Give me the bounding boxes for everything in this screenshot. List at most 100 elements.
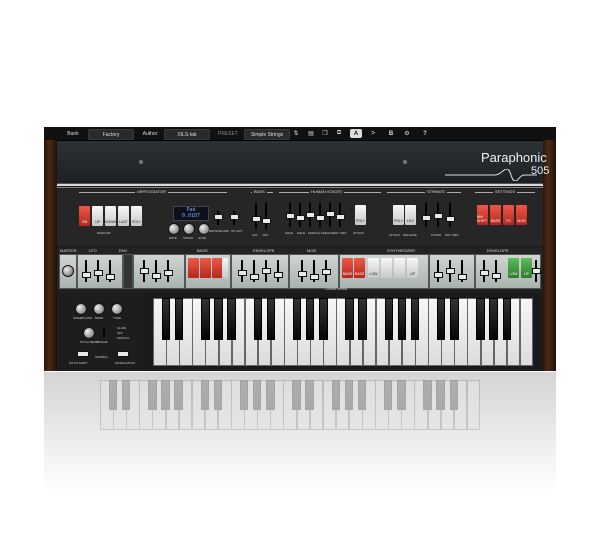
synth-env-slider-1[interactable]	[437, 260, 439, 282]
synth-bass-button-2[interactable]: BASS	[354, 258, 365, 278]
fader-handle[interactable]	[262, 218, 271, 224]
black-key[interactable]	[358, 298, 367, 340]
author-selector[interactable]: XILS-lab	[164, 129, 210, 140]
fader-handle[interactable]	[306, 212, 315, 218]
b-button[interactable]: B	[386, 129, 396, 138]
preset-updown-icon[interactable]: ⇅	[291, 129, 301, 138]
fader-handle[interactable]	[326, 211, 335, 217]
fader-handle[interactable]	[286, 213, 295, 219]
black-key[interactable]	[450, 298, 459, 340]
range-switch[interactable]	[103, 329, 105, 337]
fader-handle[interactable]	[492, 273, 501, 279]
black-key[interactable]	[201, 298, 210, 340]
synth-bass-button-1[interactable]: BASS	[342, 258, 353, 278]
lfo-rate-slider[interactable]	[85, 260, 87, 282]
switch-handle[interactable]	[214, 214, 223, 220]
black-key[interactable]	[306, 298, 315, 340]
fader-handle[interactable]	[94, 270, 103, 276]
arp-down-button[interactable]: DOWN	[105, 206, 116, 226]
black-key[interactable]	[502, 298, 511, 340]
arp-up-button[interactable]: UP	[92, 206, 103, 226]
black-key[interactable]	[161, 298, 171, 340]
bank-selector[interactable]: Factory	[88, 129, 134, 140]
fader-handle[interactable]	[316, 215, 325, 221]
synth-white-button[interactable]	[394, 258, 405, 278]
mod-button[interactable]: MOD	[516, 205, 527, 225]
rate-knob[interactable]	[168, 223, 180, 235]
black-key[interactable]	[319, 298, 328, 340]
black-key[interactable]	[384, 298, 394, 340]
black-key[interactable]	[292, 298, 302, 340]
fader-handle[interactable]	[336, 214, 345, 220]
a-button[interactable]: A	[350, 129, 362, 138]
voices-poly-button[interactable]: POLY	[355, 205, 366, 225]
fader-handle[interactable]	[458, 274, 467, 280]
fader-handle[interactable]	[446, 216, 455, 222]
fader-handle[interactable]	[434, 272, 443, 278]
compare-icon[interactable]: ⧉	[334, 129, 344, 138]
black-key[interactable]	[489, 298, 498, 340]
synth-low-button[interactable]: LOW	[368, 258, 379, 278]
fader-handle[interactable]	[298, 271, 307, 277]
bass-red-button-1[interactable]	[188, 258, 199, 278]
strings-poly-button[interactable]: POLY	[393, 205, 404, 225]
save-icon[interactable]: ▤	[306, 129, 316, 138]
fader-handle[interactable]	[532, 268, 541, 274]
switch-handle[interactable]	[230, 214, 239, 220]
fader-handle[interactable]	[434, 213, 443, 219]
fader-handle[interactable]	[164, 270, 173, 276]
fader-handle[interactable]	[238, 270, 247, 276]
fader-handle[interactable]	[252, 216, 261, 222]
pitch-shift-switch[interactable]	[77, 351, 89, 357]
up-green-button[interactable]: UP	[521, 258, 532, 278]
fader-handle[interactable]	[422, 215, 431, 221]
black-key[interactable]	[253, 298, 262, 340]
copy-icon[interactable]: ❐	[320, 129, 330, 138]
black-key[interactable]	[345, 298, 354, 340]
black-key[interactable]	[266, 298, 276, 340]
fader-handle[interactable]	[296, 215, 305, 221]
black-key[interactable]	[175, 298, 184, 340]
fader-handle[interactable]	[82, 272, 91, 278]
tune-knob[interactable]	[111, 303, 123, 315]
white-key[interactable]	[519, 298, 534, 366]
fader-handle[interactable]	[322, 269, 331, 275]
fader-handle[interactable]	[446, 268, 455, 274]
arp-poly-button[interactable]: POLY	[131, 206, 142, 226]
synth-up-button[interactable]: UP	[407, 258, 418, 278]
master-volume-knob[interactable]	[62, 265, 74, 277]
black-key[interactable]	[227, 298, 236, 340]
fader-handle[interactable]	[310, 274, 319, 280]
sweep-knob[interactable]	[75, 303, 87, 315]
black-key[interactable]	[214, 298, 223, 340]
strings-leg-button[interactable]: LEG	[405, 205, 416, 225]
fader-handle[interactable]	[106, 274, 115, 280]
black-key[interactable]	[437, 298, 446, 340]
bass-red-button-2[interactable]	[200, 258, 211, 278]
bass-white-button[interactable]	[222, 258, 228, 278]
bend-knob[interactable]	[93, 303, 105, 315]
settings-icon[interactable]: ⚙	[402, 129, 412, 138]
fader-handle[interactable]	[152, 273, 161, 279]
arp-last-button[interactable]: LAST	[118, 206, 129, 226]
bass-mix-slider[interactable]	[265, 203, 267, 229]
mix-shift-button[interactable]: MIX SHIFT	[477, 205, 488, 225]
fader-handle[interactable]	[140, 268, 149, 274]
strings-drywet-slider[interactable]	[449, 203, 451, 227]
black-key[interactable]	[410, 298, 420, 340]
fader-handle[interactable]	[250, 274, 259, 280]
arp-on-button[interactable]: ON	[79, 206, 90, 226]
fader-handle[interactable]	[262, 268, 271, 274]
fx-button[interactable]: FX	[503, 205, 514, 225]
synth-white-button[interactable]	[381, 258, 392, 278]
copy-a-to-b-button[interactable]: >	[368, 129, 378, 138]
low-green-button[interactable]: LOW	[508, 258, 519, 278]
fader-handle[interactable]	[480, 270, 489, 276]
swing-knob[interactable]	[183, 223, 195, 235]
pitch-bend-knob[interactable]	[83, 327, 95, 339]
modulation-switch[interactable]	[117, 351, 129, 357]
black-key[interactable]	[397, 298, 407, 340]
fader-handle[interactable]	[274, 272, 283, 278]
black-key[interactable]	[476, 298, 485, 340]
help-button[interactable]: ?	[420, 129, 430, 138]
